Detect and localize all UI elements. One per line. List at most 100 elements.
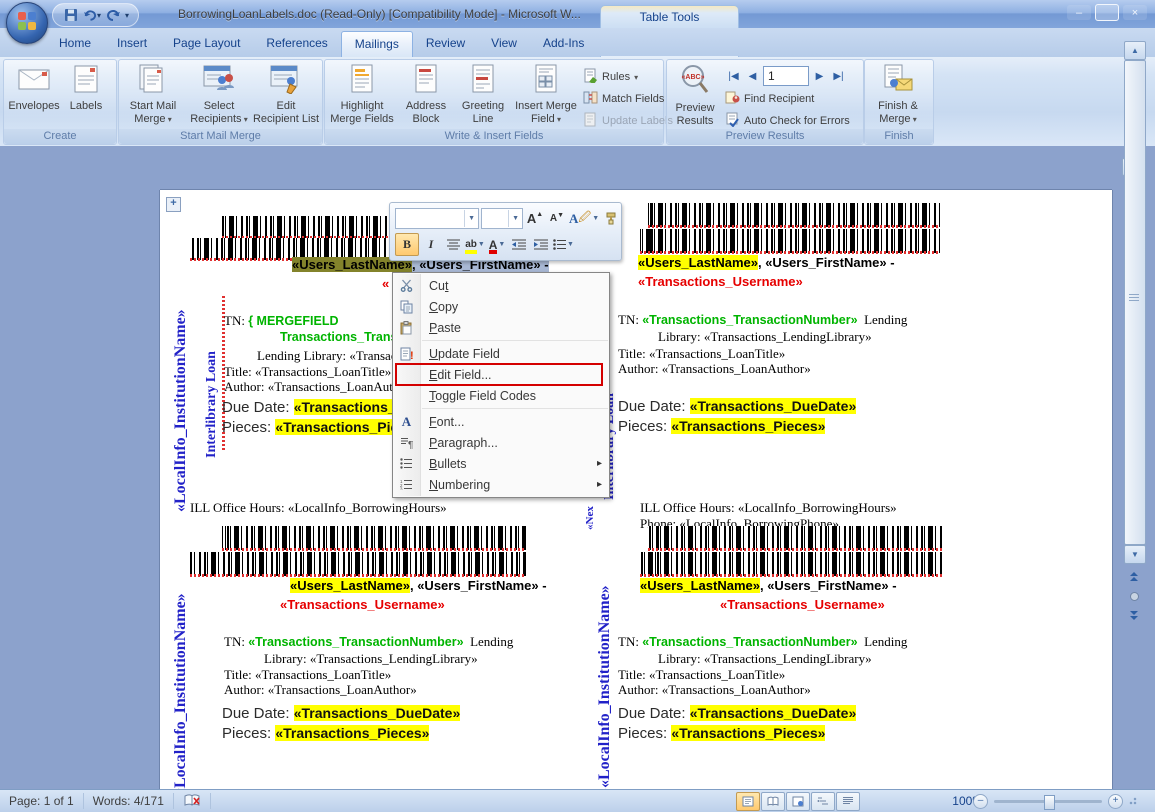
title-line[interactable]: Title: «Transactions_LoanTitle» <box>618 346 785 362</box>
menu-item-edit-field[interactable]: Edit Field... <box>393 364 609 385</box>
due-date-line[interactable]: Due Date: «Transactions_DueDate» <box>618 705 856 722</box>
tn-line[interactable]: TN: «Transactions_TransactionNumber» Len… <box>618 312 907 328</box>
decrease-indent-button[interactable] <box>509 234 529 255</box>
author-line[interactable]: Author: «Transactions_LoanAuthor» <box>618 361 811 377</box>
menu-item-numbering[interactable]: 123 Numbering ▸ <box>393 474 609 495</box>
envelopes-button[interactable]: Envelopes <box>8 64 60 113</box>
zoom-thumb[interactable] <box>1044 795 1055 810</box>
maximize-button[interactable] <box>1095 5 1119 20</box>
document-page[interactable]: + «LocalInfo_InstitutionName» Interlibra… <box>160 190 1112 790</box>
office-hours-line[interactable]: ILL Office Hours: «LocalInfo_BorrowingHo… <box>190 500 526 516</box>
undo-button[interactable]: ▾ <box>83 6 101 24</box>
find-recipient-button[interactable]: Find Recipient <box>725 90 814 108</box>
print-layout-view-button[interactable] <box>736 792 760 811</box>
close-button[interactable]: × <box>1123 5 1147 20</box>
shrink-font-button[interactable]: A▼ <box>547 208 567 229</box>
tab-home[interactable]: Home <box>46 31 104 57</box>
name-line[interactable]: «Users_LastName», «Users_FirstName» - <box>640 578 950 593</box>
name-line[interactable]: «Users_LastName», «Users_FirstName» - <box>290 578 547 593</box>
due-date-line[interactable]: Due Date: «Transactions_DueDate» <box>222 705 460 722</box>
zoom-in-button[interactable]: + <box>1108 794 1123 809</box>
menu-item-update-field[interactable]: ! Update Field <box>393 343 609 364</box>
bullets-button[interactable]: ▼ <box>553 234 574 255</box>
office-hours-line[interactable]: ILL Office Hours: «LocalInfo_BorrowingHo… <box>640 500 944 516</box>
tab-view[interactable]: View <box>478 31 530 57</box>
preview-results-button[interactable]: «ABC» Preview Results <box>669 64 721 128</box>
address-block-button[interactable]: Address Block <box>399 64 453 126</box>
bold-button[interactable]: B <box>395 233 419 256</box>
customize-qat-dropdown-icon[interactable]: ▾ <box>125 11 129 20</box>
title-line[interactable]: Title: «Transactions_LoanTitle» <box>224 667 391 683</box>
title-line[interactable]: Title: «Transactions_LoanTitle» <box>224 364 391 380</box>
select-browse-object-button[interactable] <box>1124 588 1144 605</box>
menu-item-paragraph[interactable]: ¶ Paragraph... <box>393 432 609 453</box>
scrollbar-thumb[interactable] <box>1124 60 1146 545</box>
match-fields-button[interactable]: Match Fields <box>583 90 664 108</box>
menu-item-paste[interactable]: Paste <box>393 317 609 338</box>
username-line[interactable]: «Transactions_Username» <box>720 597 1076 612</box>
rules-button[interactable]: Rules <box>583 68 638 86</box>
labels-button[interactable]: Labels <box>62 64 110 113</box>
insert-merge-field-button[interactable]: Insert Merge Field <box>513 64 579 126</box>
save-button[interactable] <box>62 6 80 24</box>
tab-review[interactable]: Review <box>413 31 478 57</box>
zoom-track[interactable] <box>994 800 1102 803</box>
font-color-button[interactable]: A▼ <box>487 234 507 255</box>
grow-font-button[interactable]: A▲ <box>525 208 545 229</box>
draft-view-button[interactable] <box>836 792 860 811</box>
tn-line[interactable]: TN: «Transactions_TransactionNumber» Len… <box>618 634 907 650</box>
proofing-status-button[interactable] <box>174 793 211 809</box>
pieces-line[interactable]: Pieces: «Transactions_Pieces» <box>618 418 825 435</box>
vertical-scrollbar[interactable]: ▲ ▼ <box>1124 41 1144 809</box>
author-line[interactable]: Author: «Transactions_LoanAuthor» <box>618 682 811 698</box>
author-line[interactable]: Author: «Transactions_LoanAuthor» <box>224 379 417 395</box>
next-record-button[interactable]: ▶ <box>811 68 828 85</box>
menu-item-toggle-field-codes[interactable]: Toggle Field Codes <box>393 385 609 406</box>
name-line[interactable]: «Users_LastName», «Users_FirstName» - <box>638 255 940 270</box>
format-painter-button[interactable] <box>601 208 621 229</box>
scroll-down-button[interactable]: ▼ <box>1124 545 1146 564</box>
menu-item-bullets[interactable]: Bullets ▸ <box>393 453 609 474</box>
highlight-merge-fields-button[interactable]: Highlight Merge Fields <box>327 64 397 126</box>
username-line[interactable]: «Transactions_Username» <box>280 597 572 612</box>
tab-mailings[interactable]: Mailings <box>341 31 413 58</box>
zoom-out-button[interactable]: – <box>973 794 988 809</box>
username-line[interactable]: «Transactions_Username» <box>638 274 940 289</box>
undo-dropdown-icon[interactable]: ▾ <box>97 11 101 20</box>
record-number-input[interactable]: 1 <box>763 66 809 86</box>
outline-view-button[interactable] <box>811 792 835 811</box>
next-page-button[interactable] <box>1124 607 1144 624</box>
office-button[interactable] <box>6 2 48 44</box>
greeting-line-button[interactable]: Greeting Line <box>455 64 511 126</box>
pieces-line[interactable]: Pieces: «Transactions_Pieces» <box>618 725 825 742</box>
pieces-line[interactable]: Pieces: «Transactions_Pieces» <box>222 725 429 742</box>
tab-page-layout[interactable]: Page Layout <box>160 31 253 57</box>
center-align-button[interactable] <box>443 234 463 255</box>
author-line[interactable]: Author: «Transactions_LoanAuthor» <box>224 682 417 698</box>
tab-references[interactable]: References <box>253 31 340 57</box>
library-line[interactable]: Library: «Transactions_LendingLibrary» <box>658 651 872 667</box>
finish-merge-button[interactable]: Finish & Merge <box>869 64 927 126</box>
quick-styles-button[interactable]: A🖉▼ <box>569 208 599 229</box>
library-line[interactable]: Library: «Transactions_LendingLibrary» <box>658 329 872 345</box>
first-record-button[interactable]: |◀ <box>725 68 742 85</box>
minimize-button[interactable]: – <box>1067 5 1091 20</box>
previous-page-button[interactable] <box>1124 568 1144 585</box>
tab-add-ins[interactable]: Add-Ins <box>530 31 597 57</box>
tab-insert[interactable]: Insert <box>104 31 160 57</box>
table-move-handle[interactable]: + <box>166 197 181 212</box>
last-record-button[interactable]: ▶| <box>830 68 847 85</box>
tn-line[interactable]: TN: «Transactions_TransactionNumber» Len… <box>224 634 513 650</box>
word-count-indicator[interactable]: Words: 4/171 <box>84 793 174 809</box>
full-screen-reading-view-button[interactable] <box>761 792 785 811</box>
page-indicator[interactable]: Page: 1 of 1 <box>0 793 84 809</box>
increase-indent-button[interactable] <box>531 234 551 255</box>
start-mail-merge-button[interactable]: Start Mail Merge <box>121 64 185 126</box>
web-layout-view-button[interactable] <box>786 792 810 811</box>
menu-item-copy[interactable]: Copy <box>393 296 609 317</box>
menu-item-font[interactable]: A Font... <box>393 411 609 432</box>
edit-recipient-list-button[interactable]: Edit Recipient List <box>251 64 321 126</box>
select-recipients-button[interactable]: Select Recipients <box>187 64 251 126</box>
resize-grip[interactable] <box>1129 797 1137 805</box>
due-date-line[interactable]: Due Date: «Transactions_DueDate» <box>618 398 856 415</box>
